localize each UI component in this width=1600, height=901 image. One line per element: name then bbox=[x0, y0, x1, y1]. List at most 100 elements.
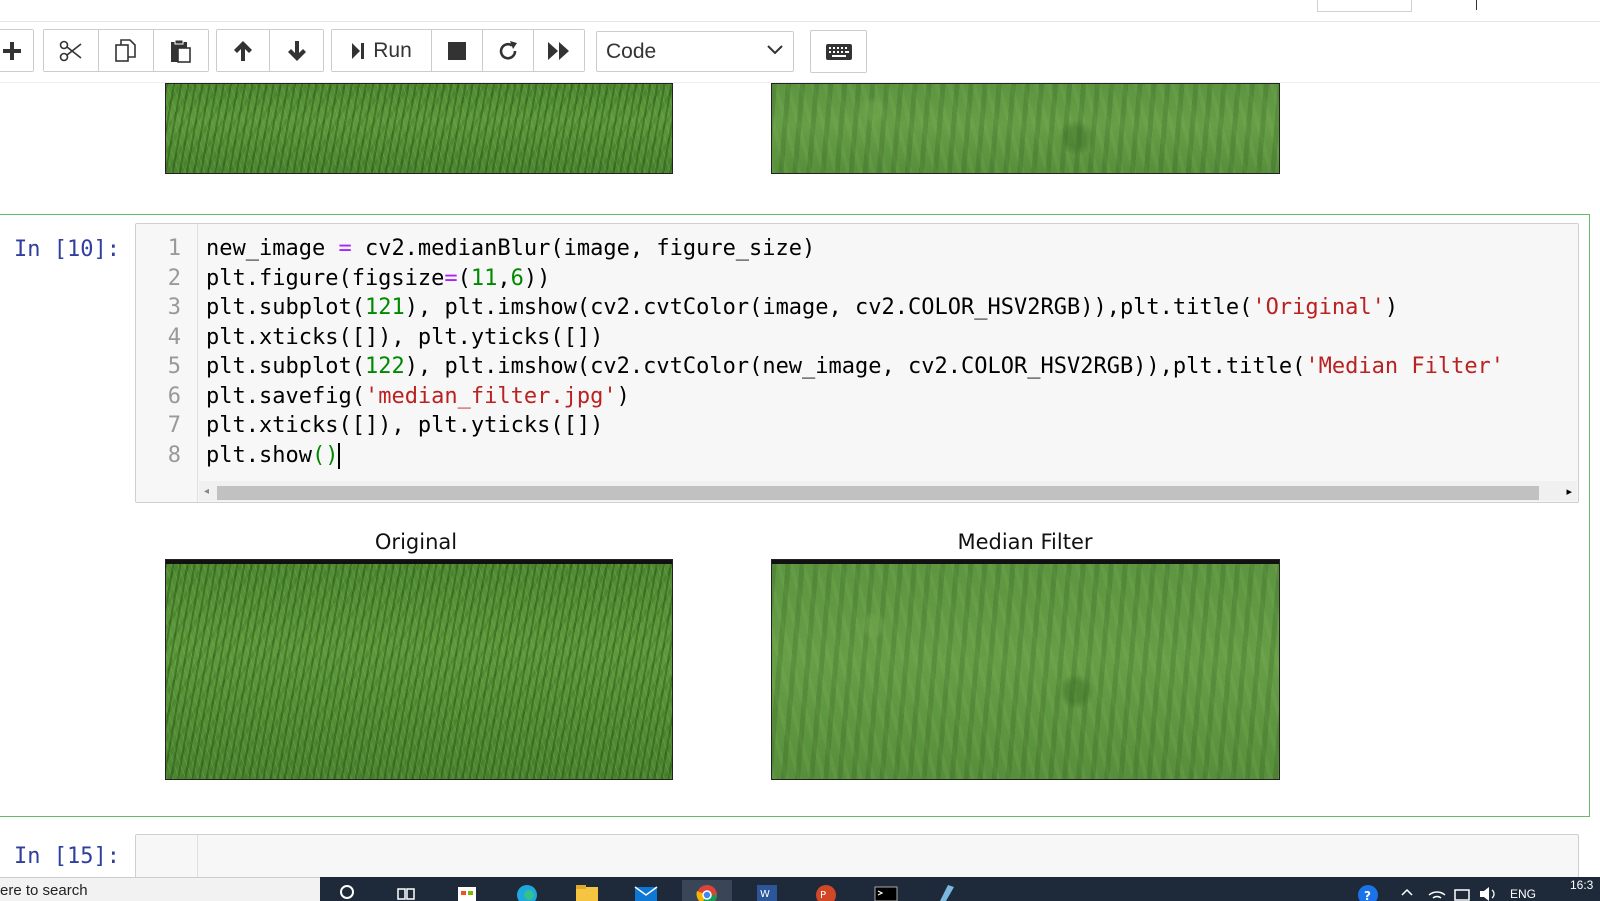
horizontal-scrollbar[interactable]: ◂ ▸ bbox=[199, 481, 1577, 501]
restart-kernel-button[interactable] bbox=[483, 30, 534, 71]
notebook-toolbar: Run Code bbox=[0, 22, 1600, 83]
chevron-up-icon[interactable] bbox=[1395, 880, 1419, 901]
volume-icon[interactable] bbox=[1476, 880, 1500, 901]
line-number: 7 bbox=[167, 413, 181, 438]
help-icon[interactable]: ? bbox=[1356, 880, 1380, 901]
scroll-left-icon[interactable]: ◂ bbox=[204, 486, 209, 497]
svg-text:P: P bbox=[820, 890, 826, 901]
code-token: ( bbox=[457, 265, 471, 291]
line-number: 6 bbox=[167, 383, 181, 409]
move-group bbox=[216, 29, 324, 72]
interrupt-kernel-button[interactable] bbox=[432, 30, 483, 71]
code-token: cv2.medianBlur(image, figure_size) bbox=[351, 236, 816, 261]
file-explorer-icon[interactable] bbox=[575, 880, 599, 901]
code-line: 5 plt.subplot(122), plt.imshow(cv2.cvtCol… bbox=[136, 352, 1578, 382]
task-view-icon[interactable] bbox=[394, 880, 418, 901]
cell-type-value: Code bbox=[606, 39, 657, 63]
insert-group bbox=[0, 29, 34, 72]
code-editor[interactable]: 1 new_image = cv2.medianBlur(image, figur… bbox=[135, 223, 1579, 503]
code-text: plt.subplot(121), plt.imshow(cv2.cvtColo… bbox=[206, 293, 1398, 323]
code-cell-10[interactable]: In [10]: 1 new_image = cv2.medianBlur(ima… bbox=[0, 214, 1590, 817]
cut-button[interactable] bbox=[44, 30, 99, 71]
code-token: ) bbox=[1384, 295, 1399, 320]
network-icon[interactable] bbox=[1450, 880, 1474, 901]
wifi-icon[interactable] bbox=[1425, 880, 1449, 901]
command-palette-button[interactable] bbox=[810, 30, 867, 73]
paste-button[interactable] bbox=[154, 30, 208, 71]
code-text: plt.subplot(122), plt.imshow(cv2.cvtColo… bbox=[206, 352, 1504, 382]
previous-output-original-image bbox=[165, 83, 673, 174]
step-forward-icon bbox=[352, 42, 365, 59]
line-number: 1 bbox=[167, 236, 181, 261]
code-line: 3 plt.subplot(121), plt.imshow(cv2.cvtCol… bbox=[136, 293, 1578, 323]
code-token: 'Original' bbox=[1252, 295, 1385, 320]
code-token: plt.show bbox=[206, 442, 312, 468]
code-token: 6 bbox=[510, 265, 524, 291]
edge-browser-icon[interactable] bbox=[515, 880, 539, 901]
code-token: plt.savefig( bbox=[206, 383, 365, 409]
svg-text:W: W bbox=[760, 889, 770, 900]
figure-title-median-filter: Median Filter bbox=[957, 530, 1093, 554]
plus-icon bbox=[3, 41, 21, 60]
code-token: ), plt.imshow(cv2.cvtColor(new_image, cv… bbox=[404, 354, 1306, 379]
code-text: plt.xticks([]), plt.yticks([]) bbox=[206, 323, 603, 353]
taskbar-search-box[interactable]: ere to search bbox=[0, 877, 320, 901]
code-line: 1 new_image = cv2.medianBlur(image, figur… bbox=[136, 234, 1578, 264]
powerpoint-icon[interactable]: P bbox=[814, 880, 838, 901]
terminal-icon[interactable] bbox=[874, 880, 898, 901]
line-number: 4 bbox=[167, 324, 181, 350]
code-line: 6 plt.savefig('median_filter.jpg') bbox=[136, 382, 1578, 412]
clock-time[interactable]: 16:3 bbox=[1570, 878, 1593, 892]
scroll-right-icon[interactable]: ▸ bbox=[1566, 485, 1572, 498]
cell-prompt: In [10]: bbox=[14, 237, 120, 262]
word-icon[interactable]: W bbox=[754, 880, 778, 901]
svg-text:?: ? bbox=[1364, 889, 1371, 901]
code-token: 'median_filter.jpg' bbox=[364, 383, 617, 409]
header-divider bbox=[1476, 0, 1477, 10]
language-indicator[interactable]: ENG bbox=[1510, 887, 1536, 901]
run-group: Run bbox=[331, 29, 585, 72]
chrome-browser-icon[interactable] bbox=[682, 880, 732, 901]
code-token: 'Median Filter' bbox=[1305, 354, 1505, 379]
run-button[interactable]: Run bbox=[332, 30, 432, 71]
stop-icon bbox=[448, 41, 466, 60]
search-icon[interactable] bbox=[336, 880, 360, 901]
store-icon[interactable] bbox=[455, 880, 479, 901]
code-token: plt.figure(figsize bbox=[206, 265, 445, 291]
code-text: new_image = cv2.medianBlur(image, figure… bbox=[206, 234, 815, 264]
line-number: 3 bbox=[167, 295, 181, 320]
arrow-down-icon bbox=[287, 40, 306, 61]
code-line: 8 plt.show() bbox=[136, 441, 1578, 471]
code-line: 4 plt.xticks([]), plt.yticks([]) bbox=[136, 323, 1578, 353]
copy-button[interactable] bbox=[99, 30, 154, 71]
notepad-icon[interactable] bbox=[934, 880, 958, 901]
code-token: = bbox=[338, 236, 352, 261]
code-text: plt.savefig('median_filter.jpg') bbox=[206, 382, 630, 412]
cell-15-prompt: In [15]: bbox=[14, 844, 120, 869]
mail-icon[interactable] bbox=[634, 880, 658, 901]
code-token: 11 bbox=[470, 265, 498, 291]
refresh-icon bbox=[499, 40, 517, 59]
code-token: 121 bbox=[364, 295, 405, 320]
code-token: plt.xticks([]), plt.yticks([]) bbox=[206, 413, 604, 438]
code-token: = bbox=[444, 265, 458, 291]
jupyter-notebook-window: Run Code In [10]: 1 new_image = cv2.medi… bbox=[0, 0, 1600, 901]
move-down-button[interactable] bbox=[270, 30, 323, 71]
insert-cell-button[interactable] bbox=[0, 30, 33, 71]
code-token: 122 bbox=[364, 354, 405, 379]
code-token: plt.subplot( bbox=[206, 295, 365, 320]
fast-forward-icon bbox=[548, 41, 569, 60]
search-placeholder: ere to search bbox=[0, 882, 88, 899]
run-label: Run bbox=[373, 38, 412, 62]
scrollbar-thumb[interactable] bbox=[217, 486, 1539, 500]
code-token: ), plt.imshow(cv2.cvtColor(image, cv2.CO… bbox=[404, 295, 1253, 320]
notebook-header bbox=[0, 0, 1600, 22]
paste-icon bbox=[171, 39, 191, 63]
cell-type-select[interactable]: Code bbox=[596, 31, 794, 72]
line-number: 2 bbox=[167, 265, 181, 291]
move-up-button[interactable] bbox=[217, 30, 270, 71]
scissors-icon bbox=[59, 40, 82, 61]
code-token: plt.subplot( bbox=[206, 354, 365, 379]
restart-run-all-button[interactable] bbox=[534, 30, 584, 71]
code-token: ) bbox=[616, 383, 630, 409]
